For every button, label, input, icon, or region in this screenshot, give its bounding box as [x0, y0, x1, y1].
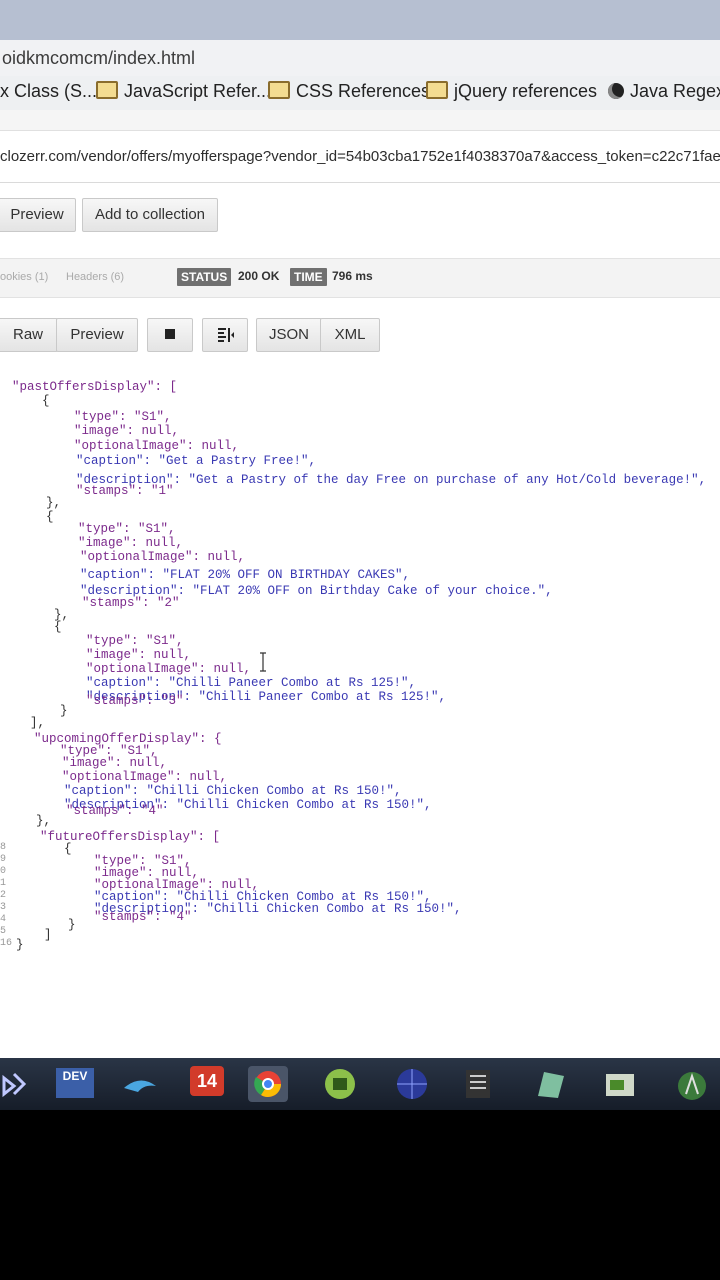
- code-line: }: [68, 918, 76, 932]
- bookmark-item[interactable]: JavaScript Refer...: [96, 81, 271, 105]
- status-label: STATUS: [177, 268, 232, 286]
- android-studio-icon[interactable]: [672, 1066, 712, 1102]
- code-line: "image": null,: [86, 648, 192, 662]
- line-number: 8: [0, 842, 7, 853]
- text-cursor-icon: [258, 652, 268, 672]
- code-line: "optionalImage": null,: [62, 770, 228, 784]
- photo-border: [0, 1110, 720, 1280]
- square-icon: [165, 329, 175, 339]
- badge-14-icon[interactable]: 14: [190, 1066, 230, 1102]
- code-line: ],: [30, 716, 46, 730]
- dfa-icon[interactable]: [458, 1066, 498, 1102]
- code-line: {: [46, 510, 54, 524]
- bookmark-item[interactable]: x Class (S...: [0, 81, 97, 105]
- preview-button[interactable]: Preview: [0, 198, 76, 232]
- code-line: "caption": "Chilli Paneer Combo at Rs 12…: [86, 676, 417, 690]
- code-line: "stamps": "3": [86, 694, 184, 708]
- code-line: },: [46, 496, 62, 510]
- code-line: {: [42, 394, 50, 408]
- notepad-icon[interactable]: [530, 1066, 570, 1102]
- code-line: "stamps": "4": [94, 910, 192, 924]
- bookmark-item[interactable]: jQuery references: [426, 81, 597, 105]
- dev-icon[interactable]: DEV: [56, 1068, 96, 1104]
- code-line: }: [16, 938, 24, 952]
- json-response-body: "pastOffersDisplay": [ { "type": "S1", "…: [0, 372, 720, 972]
- code-line: "image": null,: [74, 424, 180, 438]
- code-line: "stamps": "2": [82, 596, 180, 610]
- visual-studio-icon[interactable]: [0, 1066, 40, 1102]
- line-number: 5: [0, 926, 7, 937]
- android-icon[interactable]: [320, 1066, 360, 1102]
- code-line: "optionalImage": null,: [86, 662, 252, 676]
- code-line: "type": "S1",: [86, 634, 184, 648]
- code-line: "pastOffersDisplay": [: [12, 380, 178, 394]
- dolphin-icon[interactable]: [120, 1066, 160, 1102]
- line-number: 16: [0, 938, 13, 949]
- line-number: 2: [0, 890, 7, 901]
- wrap-toggle-button[interactable]: [147, 318, 193, 352]
- indent-icon: [218, 328, 234, 342]
- tab-headers[interactable]: Headers (6): [66, 271, 124, 283]
- code-line: "stamps": "1": [76, 484, 174, 498]
- raw-button[interactable]: Raw: [0, 318, 58, 352]
- request-url-field[interactable]: clozerr.com/vendor/offers/myofferspage?v…: [0, 148, 720, 176]
- bookmarks-bar: x Class (S... JavaScript Refer... CSS Re…: [0, 76, 720, 111]
- extension-strip: [0, 110, 720, 131]
- line-number: 9: [0, 854, 7, 865]
- preview-view-button[interactable]: Preview: [56, 318, 138, 352]
- window-title-strip: [0, 0, 720, 40]
- chrome-icon[interactable]: [248, 1066, 288, 1102]
- address-text: oidkmcomcm/index.html: [2, 48, 196, 68]
- code-line: {: [54, 620, 62, 634]
- globe-icon[interactable]: [392, 1066, 432, 1102]
- status-value: 200 OK: [238, 269, 280, 283]
- bookmark-item[interactable]: Java Regex: [608, 81, 720, 105]
- format-button[interactable]: [202, 318, 248, 352]
- code-line: "image": null,: [78, 536, 184, 550]
- time-value: 796 ms: [332, 269, 373, 283]
- address-bar[interactable]: oidkmcomcm/index.html: [0, 40, 720, 77]
- code-line: "optionalImage": null,: [74, 439, 240, 453]
- line-number: 3: [0, 902, 7, 913]
- code-line: {: [64, 842, 72, 856]
- terminal-icon[interactable]: [600, 1066, 640, 1102]
- globe-icon: [608, 83, 624, 99]
- code-line: "type": "S1",: [78, 522, 176, 536]
- code-line: ]: [44, 928, 52, 942]
- divider: [0, 182, 720, 183]
- code-line: "stamps": "4": [66, 804, 164, 818]
- code-line: "type": "S1",: [74, 410, 172, 424]
- line-number: 0: [0, 866, 7, 877]
- line-number: 1: [0, 878, 7, 889]
- add-to-collection-button[interactable]: Add to collection: [82, 198, 218, 232]
- code-line: }: [60, 704, 68, 718]
- json-button[interactable]: JSON: [256, 318, 322, 352]
- code-line: "caption": "FLAT 20% OFF ON BIRTHDAY CAK…: [80, 568, 411, 582]
- code-line: "image": null,: [62, 756, 168, 770]
- response-meta-row: ookies (1) Headers (6) STATUS 200 OK TIM…: [0, 258, 720, 298]
- code-line: "caption": "Get a Pastry Free!",: [76, 454, 317, 468]
- code-line: "caption": "Chilli Chicken Combo at Rs 1…: [64, 784, 402, 798]
- code-line: "optionalImage": null,: [80, 550, 246, 564]
- taskbar: DEV 14: [0, 1058, 720, 1110]
- bookmark-item[interactable]: CSS References: [268, 81, 430, 105]
- view-mode-bar: Raw Preview JSON XML: [0, 316, 720, 352]
- code-line: },: [36, 814, 52, 828]
- time-label: TIME: [290, 268, 327, 286]
- folder-icon: [96, 81, 118, 99]
- tab-cookies[interactable]: ookies (1): [0, 271, 48, 283]
- line-number: 4: [0, 914, 7, 925]
- xml-button[interactable]: XML: [320, 318, 380, 352]
- folder-icon: [268, 81, 290, 99]
- folder-icon: [426, 81, 448, 99]
